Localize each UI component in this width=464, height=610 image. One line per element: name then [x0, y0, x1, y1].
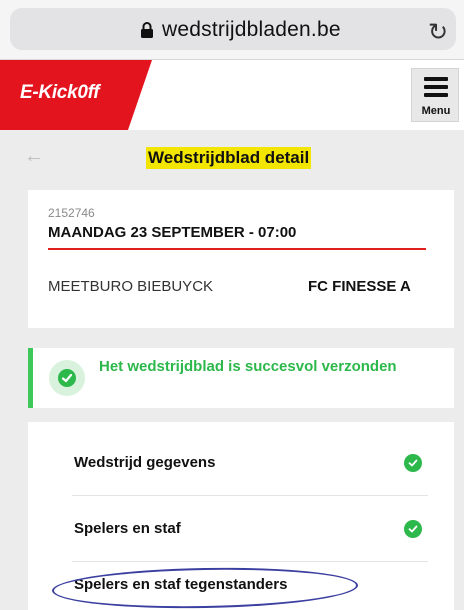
hamburger-icon: [424, 77, 448, 101]
lock-icon: [141, 22, 153, 38]
section-row-spelers-en-staf[interactable]: Spelers en staf: [72, 496, 428, 562]
page-title: Wedstrijdblad detail: [146, 147, 312, 169]
divider: [48, 248, 426, 250]
browser-bar: wedstrijdbladen.be ↻: [0, 0, 464, 60]
away-team: FC FINESSE A: [308, 278, 411, 295]
section-row-wedstrijd-gegevens[interactable]: Wedstrijd gegevens: [72, 430, 428, 496]
match-id: 2152746: [48, 206, 95, 220]
menu-label: Menu: [421, 105, 451, 117]
check-icon: [404, 520, 422, 538]
match-card: 2152746 MAANDAG 23 SEPTEMBER - 07:00 MEE…: [28, 190, 454, 328]
back-arrow-icon[interactable]: ←: [24, 145, 44, 168]
logo[interactable]: E-Kick0ff: [0, 60, 152, 130]
match-date: MAANDAG 23 SEPTEMBER - 07:00: [48, 224, 297, 241]
success-notice: Het wedstrijdblad is succesvol verzonden: [28, 348, 454, 408]
menu-button[interactable]: Menu: [411, 68, 459, 122]
address-bar[interactable]: wedstrijdbladen.be ↻: [10, 8, 456, 50]
section-label: Wedstrijd gegevens: [74, 454, 216, 471]
section-label: Spelers en staf: [74, 520, 181, 537]
notice-message: Het wedstrijdblad is succesvol verzonden: [99, 358, 397, 375]
check-circle-icon: [49, 360, 85, 396]
url-text: wedstrijdbladen.be: [162, 18, 341, 41]
home-team: MEETBURO BIEBUYCK: [48, 278, 214, 295]
logo-text: E-Kick0ff: [20, 82, 100, 103]
app-header: E-Kick0ff Menu: [0, 60, 464, 130]
reload-icon[interactable]: ↻: [428, 18, 448, 47]
check-icon: [404, 454, 422, 472]
